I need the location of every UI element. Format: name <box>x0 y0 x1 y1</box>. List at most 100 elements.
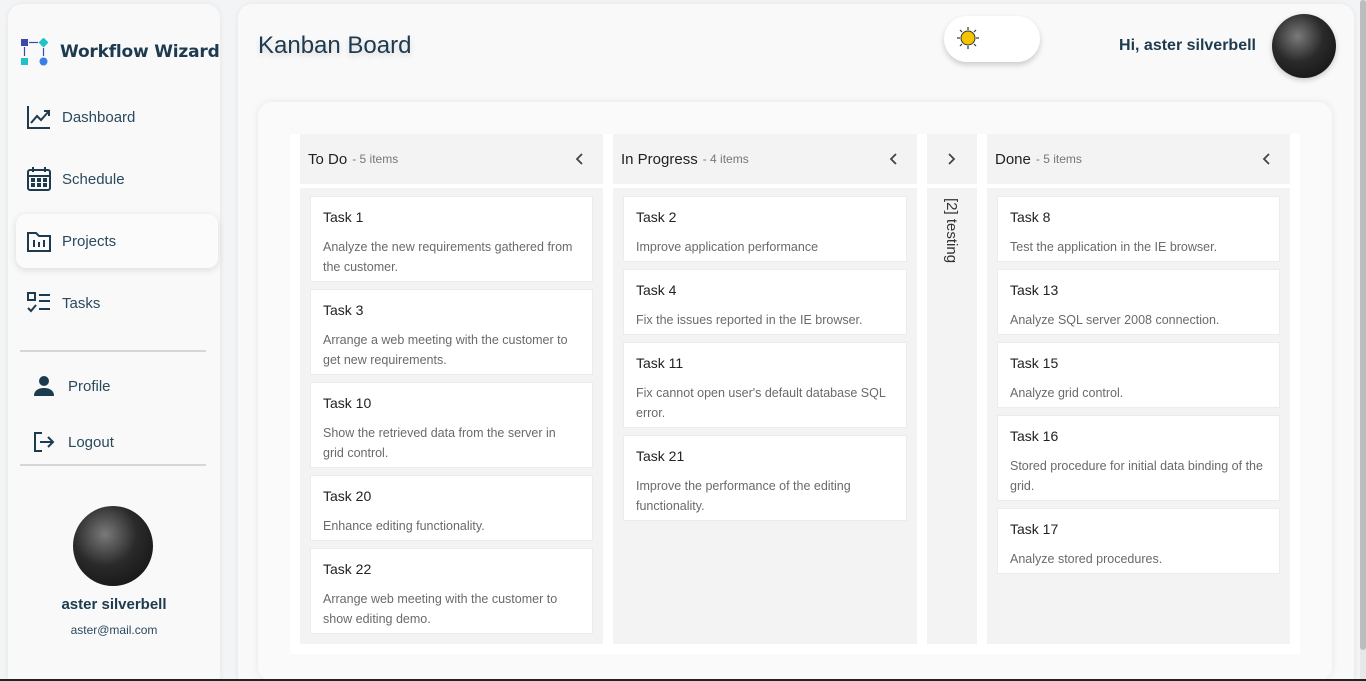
task-description: Fix cannot open user's default database … <box>636 386 886 420</box>
task-description: Arrange a web meeting with the customer … <box>323 333 568 367</box>
task-card[interactable]: Task 11 Fix cannot open user's default d… <box>623 342 907 428</box>
column-todo: To Do - 5 items Task 1 Analyze the new r… <box>300 134 603 644</box>
avatar[interactable] <box>73 506 153 586</box>
task-card[interactable]: Task 8 Test the application in the IE br… <box>997 196 1280 262</box>
task-card[interactable]: Task 10 Show the retrieved data from the… <box>310 382 593 468</box>
task-title: Task 1 <box>323 209 364 225</box>
task-card[interactable]: Task 16 Stored procedure for initial dat… <box>997 415 1280 501</box>
page-scrollbar[interactable] <box>1360 0 1366 681</box>
task-description: Show the retrieved data from the server … <box>323 426 556 460</box>
column-header: Done - 5 items <box>987 134 1290 184</box>
task-card[interactable]: Task 2 Improve application performance <box>623 196 907 262</box>
task-description: Arrange web meeting with the customer to… <box>323 592 558 626</box>
task-description: Analyze SQL server 2008 connection. <box>1010 313 1220 327</box>
sidebar-item-label: Dashboard <box>62 108 136 126</box>
column-count: - 4 items <box>702 152 749 166</box>
sidebar-item-label: Schedule <box>62 170 125 188</box>
workflow-logo-icon <box>21 38 48 66</box>
task-title: Task 11 <box>636 355 684 371</box>
chart-line-icon <box>27 106 50 129</box>
projects-folder-icon <box>27 232 51 252</box>
task-description: Enhance editing functionality. <box>323 519 485 533</box>
page-title: Kanban Board <box>258 32 412 59</box>
kanban-board: To Do - 5 items Task 1 Analyze the new r… <box>290 134 1300 654</box>
task-card[interactable]: Task 17 Analyze stored procedures. <box>997 508 1280 574</box>
column-count: - 5 items <box>352 152 399 166</box>
avatar[interactable] <box>1272 14 1336 78</box>
task-title: Task 13 <box>1010 282 1059 298</box>
task-card[interactable]: Task 3 Arrange a web meeting with the cu… <box>310 289 593 375</box>
column-testing-collapsed[interactable]: [2] testing <box>927 134 977 644</box>
task-title: Task 20 <box>323 488 372 504</box>
task-title: Task 21 <box>636 448 685 464</box>
user-name: aster silverbell <box>61 596 167 613</box>
sidebar-item-label: Profile <box>68 377 111 395</box>
column-body: Task 1 Analyze the new requirements gath… <box>300 188 603 644</box>
sidebar-item-label: Tasks <box>62 294 101 312</box>
task-title: Task 2 <box>636 209 677 225</box>
task-description: Analyze grid control. <box>1010 386 1124 400</box>
column-title: To Do <box>308 150 348 168</box>
column-body: Task 2 Improve application performance T… <box>613 188 917 644</box>
task-description: Improve the performance of the editing f… <box>636 479 851 513</box>
task-card[interactable]: Task 20 Enhance editing functionality. <box>310 475 593 541</box>
checklist-icon <box>27 292 50 313</box>
column-title: Done <box>995 150 1031 168</box>
task-title: Task 10 <box>323 395 372 411</box>
column-header <box>927 134 977 184</box>
task-title: Task 17 <box>1010 521 1059 537</box>
sidebar-item-profile[interactable]: Profile <box>20 366 206 406</box>
person-icon <box>34 376 54 396</box>
calendar-icon <box>27 167 51 191</box>
task-card[interactable]: Task 1 Analyze the new requirements gath… <box>310 196 593 282</box>
chevron-right-icon[interactable] <box>942 149 962 169</box>
sidebar-divider <box>20 350 206 352</box>
column-count: - 5 items <box>1035 152 1082 166</box>
sidebar-item-tasks[interactable]: Tasks <box>16 276 218 330</box>
chevron-left-icon[interactable] <box>569 149 589 169</box>
task-title: Task 22 <box>323 561 372 577</box>
task-card[interactable]: Task 4 Fix the issues reported in the IE… <box>623 269 907 335</box>
sun-icon <box>957 27 979 49</box>
task-title: Task 8 <box>1010 209 1051 225</box>
task-title: Task 3 <box>323 302 364 318</box>
column-done: Done - 5 items Task 8 Test the applicati… <box>987 134 1290 644</box>
greeting: Hi, aster silverbell <box>1119 37 1256 54</box>
sidebar-divider <box>20 464 206 466</box>
sidebar-item-logout[interactable]: Logout <box>20 422 206 462</box>
logout-icon <box>34 432 55 452</box>
task-description: Fix the issues reported in the IE browse… <box>636 313 863 327</box>
scrollbar-thumb[interactable] <box>1360 0 1366 650</box>
task-card[interactable]: Task 21 Improve the performance of the e… <box>623 435 907 521</box>
theme-toggle[interactable] <box>944 16 1040 62</box>
chevron-left-icon[interactable] <box>1256 149 1276 169</box>
sidebar-item-label: Logout <box>68 433 114 451</box>
task-title: Task 4 <box>636 282 677 298</box>
task-description: Improve application performance <box>636 240 819 254</box>
sidebar-item-label: Projects <box>62 232 117 250</box>
task-description: Analyze stored procedures. <box>1010 552 1163 566</box>
user-email: aster@mail.com <box>70 623 158 637</box>
task-title: Task 16 <box>1010 428 1059 444</box>
collapsed-column-label: [2] testing <box>943 198 960 264</box>
brand[interactable]: Workflow Wizard <box>20 38 220 66</box>
task-description: Analyze the new requirements gathered fr… <box>323 240 573 274</box>
column-title: In Progress <box>621 150 698 168</box>
main-panel: Kanban Board Hi, aster silverbell To Do <box>238 4 1354 681</box>
app-name: Workflow Wizard <box>60 42 220 62</box>
chevron-left-icon[interactable] <box>883 149 903 169</box>
column-in-progress: In Progress - 4 items Task 2 Improve app… <box>613 134 917 644</box>
column-header: To Do - 5 items <box>300 134 603 184</box>
task-card[interactable]: Task 22 Arrange web meeting with the cus… <box>310 548 593 634</box>
task-card[interactable]: Task 13 Analyze SQL server 2008 connecti… <box>997 269 1280 335</box>
sidebar-item-dashboard[interactable]: Dashboard <box>16 90 218 144</box>
kanban-container: To Do - 5 items Task 1 Analyze the new r… <box>258 102 1332 681</box>
task-title: Task 15 <box>1010 355 1059 371</box>
sidebar: Workflow Wizard Dashboard Schedule Proje… <box>8 4 220 681</box>
column-body: [2] testing <box>927 188 977 644</box>
sidebar-item-projects[interactable]: Projects <box>16 214 218 268</box>
task-description: Test the application in the IE browser. <box>1010 240 1218 254</box>
task-card[interactable]: Task 15 Analyze grid control. <box>997 342 1280 408</box>
sidebar-item-schedule[interactable]: Schedule <box>16 152 218 206</box>
task-description: Stored procedure for initial data bindin… <box>1010 459 1263 493</box>
